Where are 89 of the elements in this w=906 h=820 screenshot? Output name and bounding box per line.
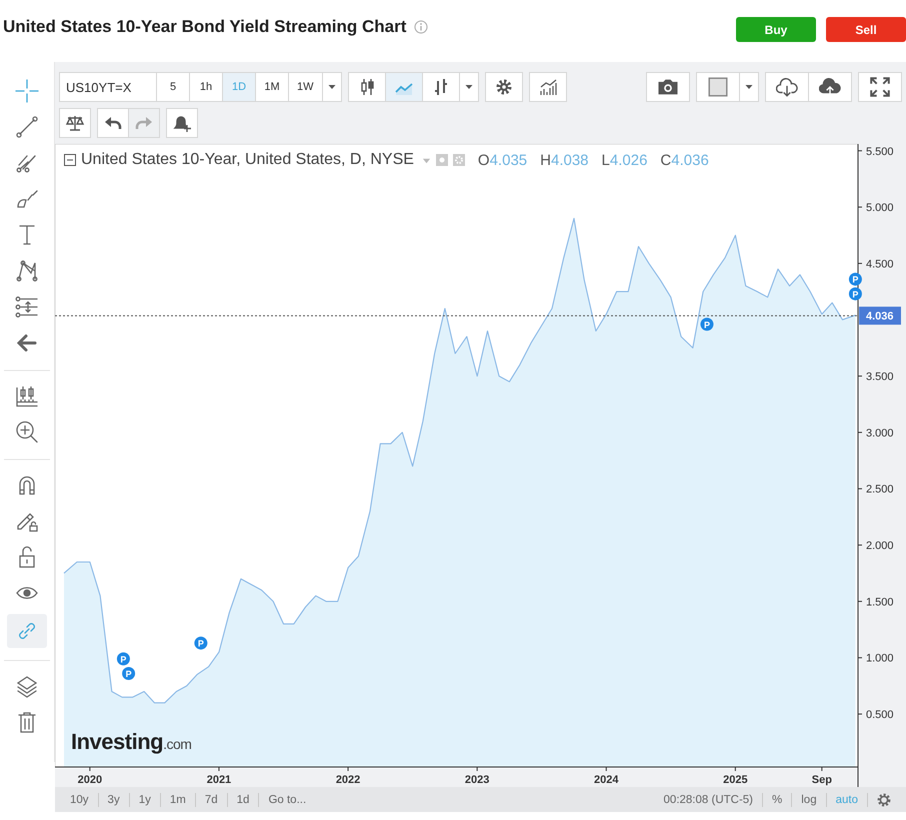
x-axis-label: 2022	[336, 774, 360, 786]
y-axis-label: 5.500	[866, 146, 894, 158]
ohlc-key: H	[540, 152, 551, 168]
dividend-marker[interactable]: P	[848, 287, 862, 300]
symbol-field[interactable]: US10YT=X	[59, 72, 157, 102]
annotation: P	[852, 274, 858, 285]
ohlc-value: 4.026	[610, 152, 648, 168]
range-button[interactable]: 10y	[61, 794, 98, 806]
color-button[interactable]	[696, 72, 740, 102]
zoom-in-icon[interactable]	[15, 420, 39, 444]
y-axis-label: 3.000	[866, 427, 894, 440]
dividend-marker[interactable]: P	[194, 636, 208, 650]
y-axis-label: 2.500	[866, 484, 894, 496]
bar-chart-button[interactable]	[422, 72, 460, 102]
dropdown-button[interactable]	[458, 72, 478, 102]
trend-line-icon[interactable]	[15, 115, 39, 139]
camera-button[interactable]	[646, 72, 690, 102]
annotation: P	[198, 638, 204, 649]
x-axis-label: 2024	[594, 774, 618, 786]
fullscreen-button[interactable]	[858, 72, 902, 102]
y-axis-label: 2.000	[866, 540, 894, 552]
settings-button[interactable]	[484, 72, 522, 102]
buy-button[interactable]: Buy	[736, 17, 816, 42]
crosshair-icon[interactable]	[15, 79, 39, 103]
ohlc-value: 4.036	[671, 152, 709, 168]
layers-icon[interactable]	[15, 674, 39, 698]
ohlc-value: 4.038	[550, 152, 589, 168]
cloud-download-button[interactable]	[765, 72, 809, 102]
price-label-background	[859, 306, 901, 325]
x-axis-label: 2023	[464, 774, 490, 786]
ruler-icon[interactable]	[15, 384, 39, 408]
range-button[interactable]: 3y	[98, 794, 129, 806]
series-title[interactable]: United States 10-Year, United States, D, NYSE	[81, 151, 414, 169]
ohlc-value: 4.035	[490, 152, 528, 168]
interval-button[interactable]: 1h	[189, 72, 223, 102]
range-button[interactable]: 7d	[196, 794, 227, 806]
settings-icon	[494, 77, 514, 97]
color-swatch-icon	[707, 76, 729, 98]
settings-icon[interactable]	[876, 792, 892, 808]
x-axis-label: Sep	[812, 774, 832, 786]
clock-time: 00:28:08 (UTC-5)	[662, 794, 754, 806]
ohlc-key: O	[478, 152, 490, 168]
dividend-marker[interactable]: P	[122, 667, 136, 680]
range-button[interactable]: 1m	[160, 794, 195, 806]
go-to-button[interactable]: Go to...	[259, 794, 316, 806]
dividend-marker[interactable]: P	[116, 652, 130, 666]
cloud-upload-button[interactable]	[808, 72, 852, 102]
y-axis-label: 5.000	[866, 202, 894, 214]
indicators-button[interactable]	[528, 72, 566, 102]
x-axis-label: 2020	[78, 774, 102, 786]
ohlc-key: C	[660, 152, 672, 168]
range-button[interactable]: 1d	[228, 794, 258, 806]
undo-button[interactable]	[97, 108, 129, 138]
x-axis-label: 2025	[723, 774, 748, 786]
investing-logo: Investing.com	[71, 729, 192, 755]
dividend-marker[interactable]: P	[700, 318, 714, 331]
sell-button[interactable]: Sell	[826, 17, 906, 42]
scale-option[interactable]: log	[792, 794, 826, 806]
interval-button[interactable]: 1W	[288, 72, 322, 102]
y-axis-label: 3.500	[866, 371, 894, 384]
bar-chart-icon	[538, 77, 558, 97]
candlestick-button[interactable]	[348, 72, 386, 102]
annotation: P	[852, 289, 858, 300]
annotation: P	[120, 654, 126, 664]
annotation: P	[126, 668, 132, 679]
alert-button[interactable]	[166, 108, 198, 138]
price-label: 4.036	[866, 310, 894, 323]
y-axis-label: 4.500	[866, 258, 894, 270]
annotation: P	[704, 320, 710, 330]
dropdown-button[interactable]	[739, 72, 759, 102]
page-title: United States 10-Year Bond Yield Streaming Chart	[3, 17, 406, 37]
interval-button[interactable]: 1M	[255, 72, 289, 102]
x-axis-label: 2021	[206, 774, 232, 786]
measure-icon[interactable]	[15, 295, 39, 319]
collapse-icon[interactable]	[64, 154, 76, 166]
interval-button[interactable]: 1D	[222, 72, 256, 102]
pattern-icon[interactable]	[15, 259, 39, 283]
dropdown-button[interactable]	[322, 72, 342, 102]
dividend-marker[interactable]: P	[848, 272, 862, 286]
y-axis-label: 1.500	[866, 596, 894, 608]
cloud-download-icon	[776, 76, 798, 98]
range-button[interactable]: 1y	[130, 794, 160, 806]
interval-button[interactable]: 5	[156, 72, 190, 102]
ohlc-key: L	[602, 152, 610, 168]
fullscreen-icon	[869, 76, 891, 98]
scales-button[interactable]	[59, 108, 91, 138]
y-axis-label: 0.500	[866, 709, 894, 722]
scale-option[interactable]: %	[763, 794, 792, 806]
y-axis-label: 1.000	[866, 652, 894, 665]
